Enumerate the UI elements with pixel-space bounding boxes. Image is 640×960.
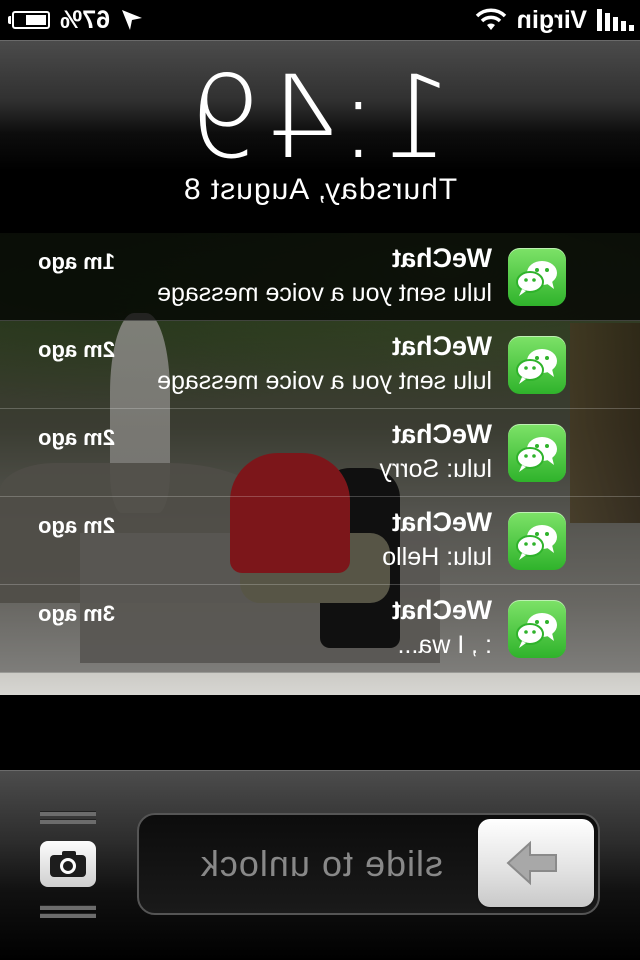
notification-time: 1m ago bbox=[38, 249, 116, 274]
carrier-name: Virgin bbox=[516, 5, 587, 34]
status-bar: Virgin 67% bbox=[0, 0, 640, 40]
notification-item[interactable]: WeChat : , I wa... 3m ago bbox=[0, 585, 640, 673]
notification-message: lulu sent you a voice message bbox=[157, 279, 492, 307]
wechat-icon bbox=[508, 600, 566, 658]
wechat-icon bbox=[508, 512, 566, 570]
notification-message: lulu: Sorry bbox=[379, 455, 492, 483]
notification-list: WeChat lulu sent you a voice message 1m … bbox=[0, 233, 640, 673]
lock-screen: Virgin 67% 1:49 Thursday, August 8 WeCha… bbox=[0, 0, 640, 960]
slide-to-unlock-label: slide to unlock bbox=[199, 843, 443, 884]
wifi-icon bbox=[475, 8, 506, 30]
notification-time: 3m ago bbox=[38, 601, 116, 626]
wechat-icon bbox=[508, 248, 566, 306]
unlock-bar: slide to unlock bbox=[0, 770, 640, 960]
notification-time: 2m ago bbox=[38, 337, 116, 362]
lock-time: 1:49 bbox=[188, 51, 452, 184]
notification-time: 2m ago bbox=[38, 425, 116, 450]
notification-message: lulu sent you a voice message bbox=[157, 367, 492, 395]
notification-app-name: WeChat bbox=[391, 331, 492, 361]
notification-time: 2m ago bbox=[38, 513, 116, 538]
notification-app-name: WeChat bbox=[391, 507, 492, 537]
battery-icon bbox=[8, 11, 50, 29]
camera-grabber[interactable] bbox=[40, 811, 96, 921]
wechat-icon bbox=[508, 424, 566, 482]
clock-panel: 1:49 Thursday, August 8 bbox=[0, 40, 640, 223]
notification-item[interactable]: WeChat lulu sent you a voice message 2m … bbox=[0, 321, 640, 409]
lock-date: Thursday, August 8 bbox=[182, 173, 458, 206]
location-arrow-icon bbox=[122, 10, 143, 30]
battery-percent: 67% bbox=[60, 5, 111, 34]
camera-icon[interactable] bbox=[40, 841, 96, 887]
signal-bars-icon bbox=[597, 9, 634, 31]
battery-fill bbox=[25, 15, 46, 25]
arrow-right-icon bbox=[506, 840, 557, 886]
slider-knob[interactable] bbox=[478, 819, 594, 907]
notification-app-name: WeChat bbox=[391, 419, 492, 449]
notification-app-name: WeChat bbox=[391, 243, 492, 273]
notification-item[interactable]: WeChat lulu sent you a voice message 1m … bbox=[0, 233, 640, 321]
notification-message: lulu: Hello bbox=[382, 543, 492, 571]
notification-message: : , I wa... bbox=[397, 631, 492, 659]
notification-item[interactable]: WeChat lulu: Sorry 2m ago bbox=[0, 409, 640, 497]
notification-item[interactable]: WeChat lulu: Hello 2m ago bbox=[0, 497, 640, 585]
wechat-icon bbox=[508, 336, 566, 394]
notification-app-name: WeChat bbox=[391, 595, 492, 625]
unlock-slider[interactable]: slide to unlock bbox=[137, 813, 600, 915]
